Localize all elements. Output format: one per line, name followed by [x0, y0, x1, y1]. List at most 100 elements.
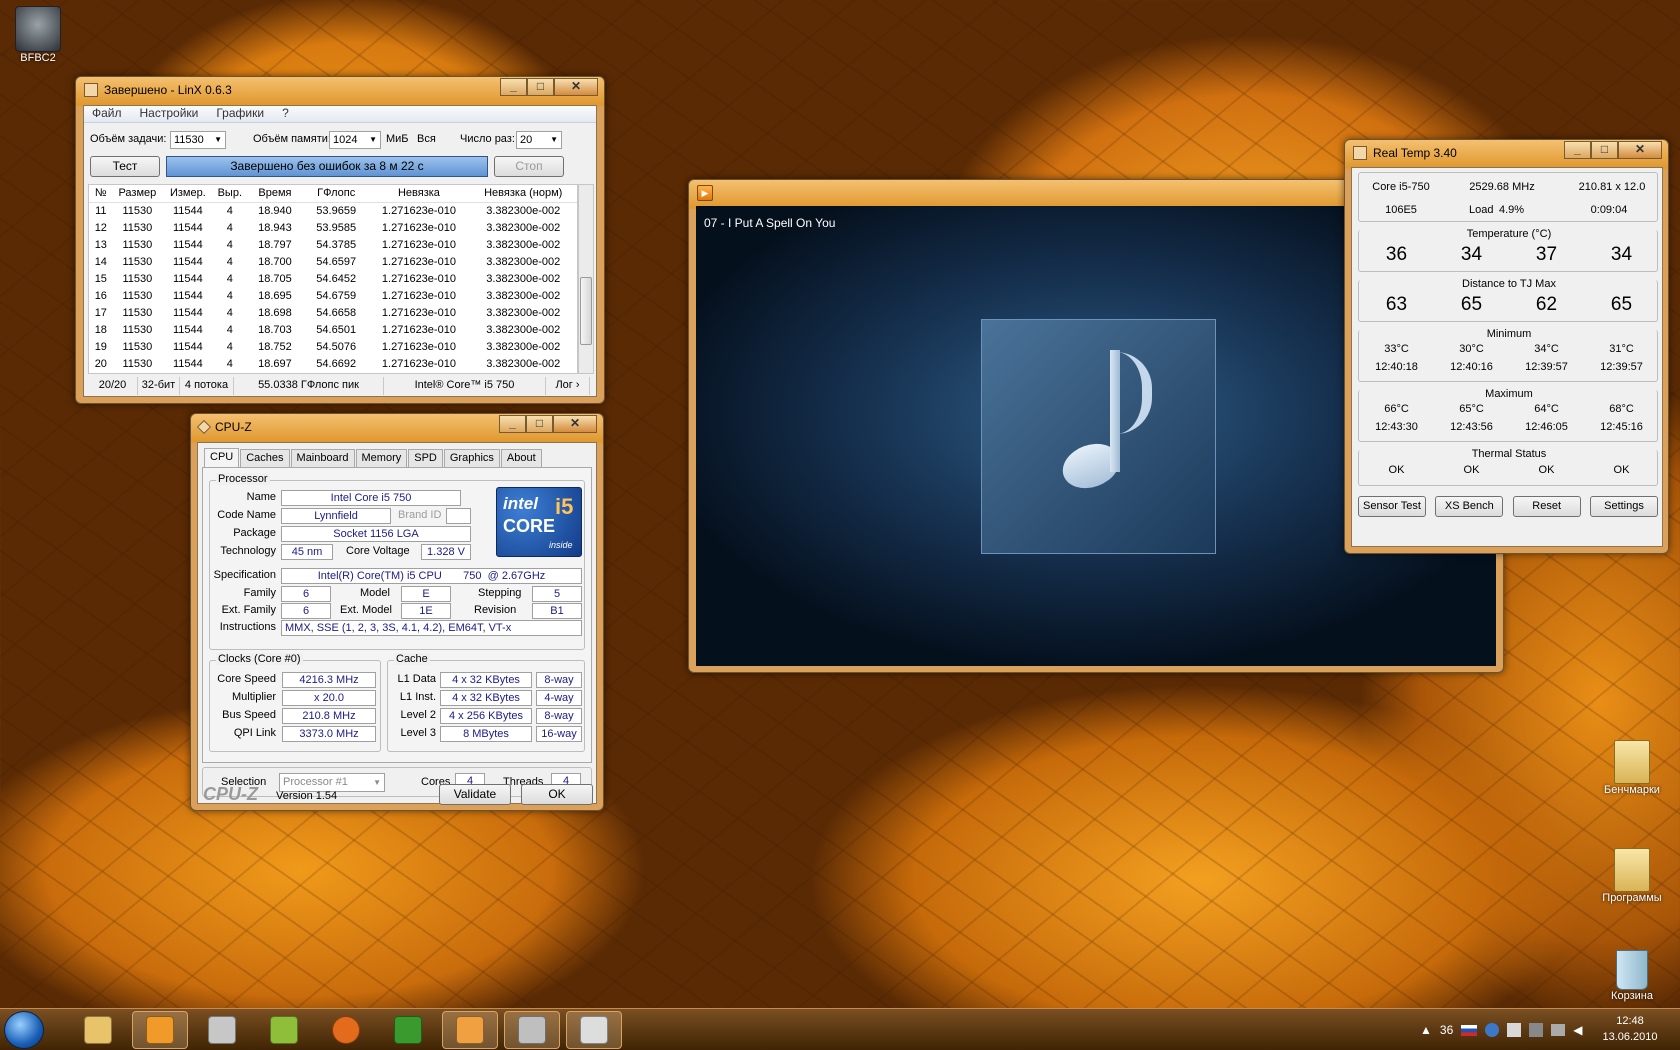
table-cell: 11544 — [172, 238, 203, 251]
network-icon[interactable] — [1551, 1024, 1566, 1036]
status-segment: Intel® Core™ i5 750 — [384, 377, 546, 395]
menu-graphs[interactable]: Графики — [216, 106, 264, 122]
taskbar-button-cpuz[interactable] — [504, 1011, 560, 1049]
tab-spd[interactable]: SPD — [408, 449, 443, 469]
table-cell: 18.698 — [258, 306, 292, 319]
all-memory-link[interactable]: Вся — [417, 133, 436, 145]
action-center-icon[interactable] — [1529, 1023, 1544, 1037]
minimize-button[interactable]: _ — [1564, 141, 1591, 159]
minimize-button[interactable]: _ — [500, 78, 527, 96]
maximum-time: 12:46:05 — [1525, 421, 1568, 433]
validate-button[interactable]: Validate — [439, 784, 511, 805]
taskbar-button-linx[interactable] — [442, 1011, 498, 1049]
taskbar-button-calculator[interactable] — [194, 1011, 250, 1049]
table-row[interactable]: 12 11530 11544 4 18.943 53.9585 1.271623e-010 3… — [89, 219, 577, 236]
distance-to-tjmax: 62 — [1535, 294, 1558, 315]
results-scrollbar[interactable] — [578, 184, 594, 374]
clock-time: 12:48 — [1616, 1015, 1644, 1027]
runs-select[interactable]: 20 ▼ — [516, 131, 562, 149]
close-button[interactable]: ✕ — [553, 415, 597, 433]
desktop-icon-benchmarks[interactable]: Бенчмарки — [1592, 740, 1672, 796]
maximum-time: 12:43:30 — [1375, 421, 1418, 433]
column-header[interactable]: Невязка — [368, 185, 470, 203]
desktop-icon-programs[interactable]: Программы — [1592, 848, 1672, 904]
table-cell: 11544 — [172, 357, 203, 370]
status-segment: 55.0338 ГФлопс пик — [234, 377, 384, 395]
reset-button[interactable]: Reset — [1512, 496, 1581, 517]
cache-group-title: Cache — [394, 653, 430, 665]
clock[interactable]: 12:48 13.06.2010 — [1592, 1013, 1668, 1045]
table-row[interactable]: 15 11530 11544 4 18.705 54.6452 1.271623e-010 3… — [89, 270, 577, 287]
clocks-group: Clocks (Core #0) Core Speed 4216.3 MHz M… — [209, 653, 381, 752]
table-row[interactable]: 19 11530 11544 4 18.752 54.5076 1.271623e-010 3… — [89, 338, 577, 355]
table-cell: 18.940 — [258, 204, 292, 217]
desktop-icon-bfbc2[interactable]: BFBC2 — [0, 6, 78, 64]
column-header[interactable]: Время — [245, 185, 304, 203]
close-button[interactable]: ✕ — [1618, 141, 1662, 159]
maximize-button[interactable]: □ — [526, 415, 553, 433]
clock-date: 13.06.2010 — [1602, 1031, 1658, 1043]
stop-button[interactable]: Стоп — [494, 156, 564, 177]
xs-bench-button[interactable]: XS Bench — [1435, 496, 1504, 517]
taskbar-button-media-player[interactable] — [132, 1011, 188, 1049]
language-flag-icon[interactable] — [1461, 1024, 1478, 1036]
table-cell: 11544 — [172, 255, 203, 268]
volume-icon[interactable]: ◀ — [1573, 1023, 1582, 1037]
tab-memory[interactable]: Memory — [355, 449, 408, 469]
linx-titlebar[interactable]: Завершено - LinX 0.6.3 _ □ ✕ — [76, 77, 604, 103]
table-cell: 1.271623e-010 — [381, 323, 456, 336]
sensor-test-button[interactable]: Sensor Test — [1358, 496, 1426, 517]
task-size-select[interactable]: 11530 ▼ — [170, 131, 226, 149]
start-button[interactable] — [4, 1011, 44, 1049]
close-button[interactable]: ✕ — [554, 78, 598, 96]
level2-label: Level 2 — [400, 709, 436, 721]
tab-mainboard[interactable]: Mainboard — [290, 449, 355, 469]
minimize-button[interactable]: _ — [499, 415, 526, 433]
memory-size-select[interactable]: 1024 ▼ — [329, 131, 381, 149]
cpuz-titlebar[interactable]: CPU-Z _ □ ✕ — [191, 414, 603, 440]
table-row[interactable]: 18 11530 11544 4 18.703 54.6501 1.271623e-010 3… — [89, 321, 577, 338]
show-hidden-icons-icon[interactable]: ▲ — [1420, 1023, 1432, 1037]
table-row[interactable]: 14 11530 11544 4 18.700 54.6597 1.271623e-010 3… — [89, 253, 577, 270]
revision-label: Revision — [474, 604, 517, 616]
column-header[interactable]: ГФлопс — [303, 185, 369, 203]
taskbar-button-utorrent[interactable] — [380, 1011, 436, 1049]
column-header[interactable]: Размер — [112, 185, 163, 203]
table-row[interactable]: 20 11530 11544 4 18.697 54.6692 1.271623e-010 3… — [89, 355, 577, 372]
column-header[interactable]: Невязка (норм) — [469, 185, 577, 203]
menu-help[interactable]: ? — [282, 106, 289, 122]
table-cell: 11530 — [122, 255, 153, 268]
realtemp-titlebar[interactable]: Real Temp 3.40 _ □ ✕ — [1345, 140, 1668, 166]
column-header[interactable]: Измер. — [162, 185, 214, 203]
taskbar-button-explorer[interactable] — [70, 1011, 126, 1049]
menu-file[interactable]: Файл — [92, 106, 122, 122]
tab-about[interactable]: About — [500, 449, 542, 469]
settings-button[interactable]: Settings — [1589, 496, 1658, 517]
column-header[interactable]: Выр. — [213, 185, 246, 203]
ok-button[interactable]: OK — [521, 784, 593, 805]
tab-caches[interactable]: Caches — [240, 449, 290, 469]
package-value: Socket 1156 LGA — [281, 526, 471, 542]
test-button[interactable]: Тест — [90, 156, 160, 177]
tab-graphics[interactable]: Graphics — [443, 449, 500, 469]
table-row[interactable]: 11 11530 11544 4 18.940 53.9659 1.271623e-010 3… — [89, 202, 577, 219]
memory-size-label: Объём памяти: — [253, 133, 331, 145]
taskbar-button-realtemp[interactable] — [566, 1011, 622, 1049]
taskbar-button-firefox[interactable] — [318, 1011, 374, 1049]
taskbar-button-cpu-monitor[interactable] — [256, 1011, 312, 1049]
status-segment[interactable]: Лог › — [546, 377, 590, 395]
column-header[interactable]: № — [89, 185, 113, 203]
desktop-icon-recycle-bin[interactable]: Корзина — [1592, 950, 1672, 1008]
menu-settings[interactable]: Настройки — [140, 106, 199, 122]
table-row[interactable]: 13 11530 11544 4 18.797 54.3785 1.271623e-010 3… — [89, 236, 577, 253]
tray-app-icon[interactable] — [1507, 1023, 1522, 1037]
table-cell: 53.9585 — [316, 221, 357, 234]
tab-cpu[interactable]: CPU — [204, 448, 240, 468]
table-row[interactable]: 17 11530 11544 4 18.698 54.6658 1.271623e-010 3… — [89, 304, 577, 321]
maximize-button[interactable]: □ — [1591, 141, 1618, 159]
tray-app-icon[interactable] — [1485, 1023, 1500, 1037]
maximize-button[interactable]: □ — [527, 78, 554, 96]
table-row[interactable]: 16 11530 11544 4 18.695 54.6759 1.271623e-010 3… — [89, 287, 577, 304]
recycle-bin-icon — [1616, 950, 1648, 990]
tray-temperature[interactable]: 36 — [1440, 1023, 1453, 1037]
